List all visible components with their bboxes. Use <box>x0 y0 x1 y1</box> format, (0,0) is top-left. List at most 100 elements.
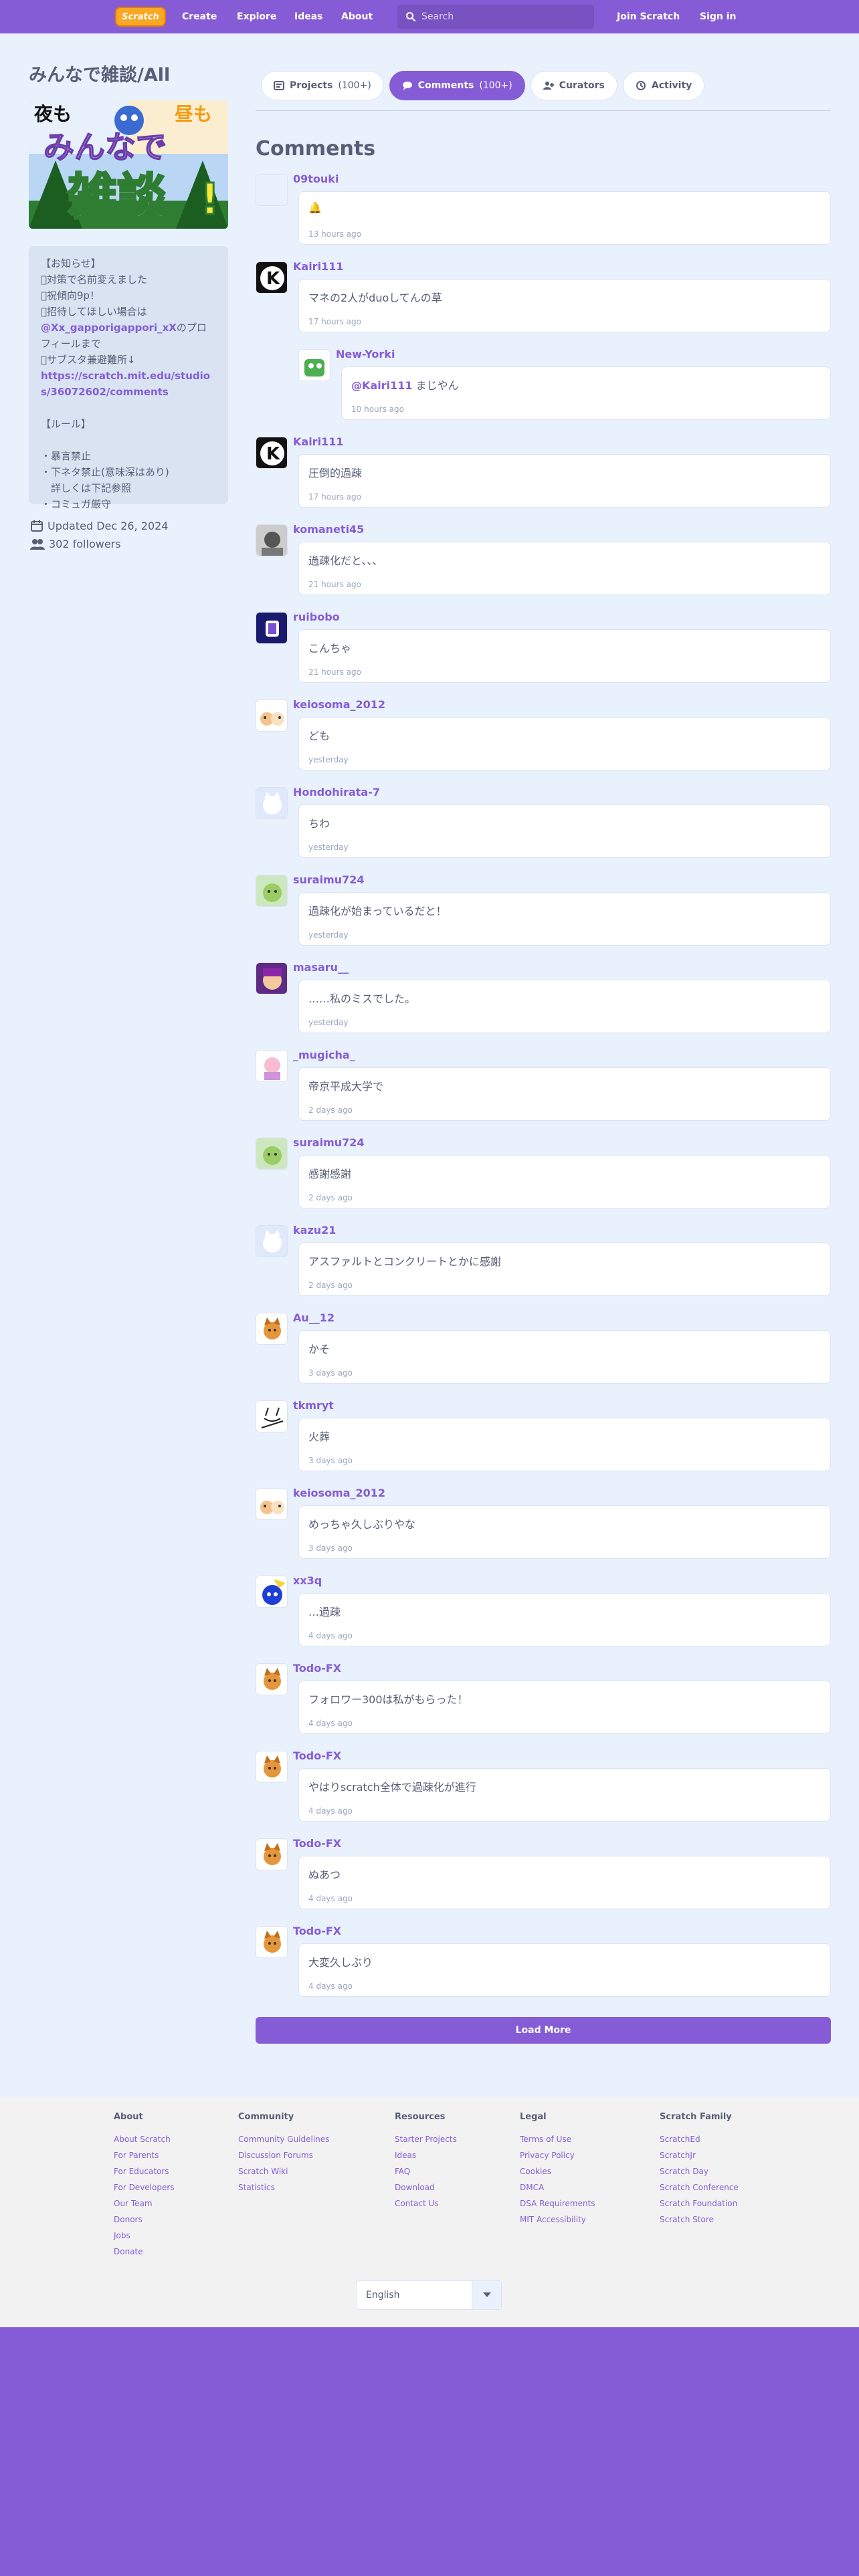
comment-username[interactable]: Todo-FX <box>293 1925 341 1937</box>
sign-in-link[interactable]: Sign in <box>700 0 737 33</box>
tab-curators[interactable]: Curators <box>530 71 617 100</box>
comment-bubble: 大変久しぶり 4 days ago <box>298 1943 831 1997</box>
comment-username[interactable]: komaneti45 <box>293 523 364 536</box>
comment-username[interactable]: New-Yorki <box>336 348 395 360</box>
comment-username[interactable]: Todo-FX <box>293 1749 341 1762</box>
language-dropdown-button[interactable] <box>472 2281 501 2309</box>
tab-comments[interactable]: Comments (100+) <box>389 71 525 100</box>
comment-username[interactable]: Kairi111 <box>293 435 343 448</box>
footer-link[interactable]: Contact Us <box>395 2195 457 2212</box>
footer-link[interactable]: MIT Accessibility <box>520 2212 595 2228</box>
footer-link[interactable]: For Parents <box>114 2147 175 2163</box>
avatar[interactable] <box>256 1926 288 1958</box>
comment-username[interactable]: suraimu724 <box>293 1136 365 1149</box>
footer-link[interactable]: Download <box>395 2179 457 2195</box>
footer-link[interactable]: ScratchJr <box>660 2147 739 2163</box>
avatar[interactable] <box>256 1488 288 1520</box>
comment-text: 大変久しぶり <box>308 1956 373 1969</box>
language-select[interactable]: English <box>356 2280 502 2310</box>
footer-link[interactable]: Statistics <box>238 2179 329 2195</box>
footer-link[interactable]: Jobs <box>114 2228 175 2244</box>
avatar[interactable]: K <box>256 261 288 294</box>
search-input[interactable] <box>421 5 589 29</box>
footer-link[interactable]: For Educators <box>114 2163 175 2179</box>
load-more-button[interactable]: Load More <box>256 2017 831 2044</box>
comment-username[interactable]: Au__12 <box>293 1311 335 1324</box>
avatar[interactable]: K <box>256 437 288 469</box>
avatar[interactable] <box>256 1576 288 1608</box>
avatar[interactable] <box>256 1751 288 1783</box>
footer-link[interactable]: Our Team <box>114 2195 175 2212</box>
avatar[interactable] <box>256 1838 288 1870</box>
comment-body: ……私のミスでした。 <box>308 990 415 1006</box>
comment-bubble: 圧倒的過疎 17 hours ago <box>298 454 831 508</box>
comment-username[interactable]: Kairi111 <box>293 260 343 273</box>
footer-link[interactable]: For Developers <box>114 2179 175 2195</box>
footer-link[interactable]: Scratch Store <box>660 2212 739 2228</box>
tab-projects[interactable]: Projects (100+) <box>261 71 384 100</box>
avatar[interactable] <box>256 1050 288 1082</box>
footer-link[interactable]: Donate <box>114 2244 175 2260</box>
mention-link[interactable]: @Xx_gapporigappori_xX <box>41 322 177 334</box>
avatar[interactable] <box>256 524 288 556</box>
footer-link[interactable]: Community Guidelines <box>238 2131 329 2147</box>
comment-body: ちわ <box>308 815 330 831</box>
footer-link[interactable]: FAQ <box>395 2163 457 2179</box>
footer-link[interactable]: ScratchEd <box>660 2131 739 2147</box>
comment-username[interactable]: ruibobo <box>293 611 340 623</box>
footer-link[interactable]: Donors <box>114 2212 175 2228</box>
comment-username[interactable]: tkmryt <box>293 1399 334 1412</box>
footer-link[interactable]: Terms of Use <box>520 2131 595 2147</box>
avatar[interactable] <box>256 612 288 644</box>
comment-body: こんちゃ <box>308 639 351 655</box>
footer-link[interactable]: Scratch Conference <box>660 2179 739 2195</box>
comment-username[interactable]: keiosoma_2012 <box>293 1487 385 1499</box>
footer-link[interactable]: Starter Projects <box>395 2131 457 2147</box>
footer-link[interactable]: Ideas <box>395 2147 457 2163</box>
comment-username[interactable]: kazu21 <box>293 1224 336 1237</box>
comment-username[interactable]: xx3q <box>293 1574 322 1587</box>
comment-username[interactable]: Hondohirata-7 <box>293 786 380 798</box>
scratch-logo[interactable]: Scratch <box>115 7 166 27</box>
nav-ideas[interactable]: Ideas <box>294 0 323 33</box>
footer-link[interactable]: Scratch Foundation <box>660 2195 739 2212</box>
avatar[interactable] <box>256 1400 288 1432</box>
desc-line: ・コミュガ厳守 <box>41 498 112 510</box>
nav-create[interactable]: Create <box>182 0 217 33</box>
comment-username[interactable]: Todo-FX <box>293 1837 341 1850</box>
footer-link[interactable]: Scratch Wiki <box>238 2163 329 2179</box>
comment-mention[interactable]: @Kairi111 <box>351 379 412 392</box>
footer-link[interactable]: DMCA <box>520 2179 595 2195</box>
comment-username[interactable]: masaru__ <box>293 961 349 974</box>
avatar[interactable] <box>256 875 288 907</box>
thumb-text-right: 昼も <box>175 103 212 125</box>
avatar[interactable] <box>256 700 288 732</box>
footer-link[interactable]: Privacy Policy <box>520 2147 595 2163</box>
nav-explore[interactable]: Explore <box>237 0 276 33</box>
comment-username[interactable]: _mugicha_ <box>293 1049 355 1061</box>
comment-username[interactable]: keiosoma_2012 <box>293 698 385 711</box>
footer-link[interactable]: Scratch Day <box>660 2163 739 2179</box>
comment-username[interactable]: Todo-FX <box>293 1662 341 1675</box>
comment-username[interactable]: 09touki <box>293 173 339 185</box>
comment-username[interactable]: suraimu724 <box>293 873 365 886</box>
search-box[interactable] <box>397 5 594 29</box>
avatar[interactable] <box>256 787 288 819</box>
avatar[interactable] <box>256 174 288 206</box>
tab-activity[interactable]: Activity <box>622 71 705 100</box>
avatar[interactable] <box>298 349 330 381</box>
footer-link[interactable]: About Scratch <box>114 2131 175 2147</box>
join-scratch-link[interactable]: Join Scratch <box>617 0 680 33</box>
avatar[interactable] <box>256 962 288 994</box>
avatar[interactable] <box>256 1663 288 1695</box>
studio-link[interactable]: https://scratch.mit.edu/studios/36072602… <box>41 370 210 398</box>
desc-line: 􏿾 <box>41 306 47 318</box>
avatar[interactable] <box>256 1225 288 1257</box>
footer-link[interactable]: Cookies <box>520 2163 595 2179</box>
nav-about[interactable]: About <box>341 0 373 33</box>
footer-link[interactable]: DSA Requirements <box>520 2195 595 2212</box>
avatar[interactable] <box>256 1313 288 1345</box>
avatar[interactable] <box>256 1138 288 1170</box>
footer-link[interactable]: Discussion Forums <box>238 2147 329 2163</box>
comment-text: かそ <box>308 1343 330 1356</box>
